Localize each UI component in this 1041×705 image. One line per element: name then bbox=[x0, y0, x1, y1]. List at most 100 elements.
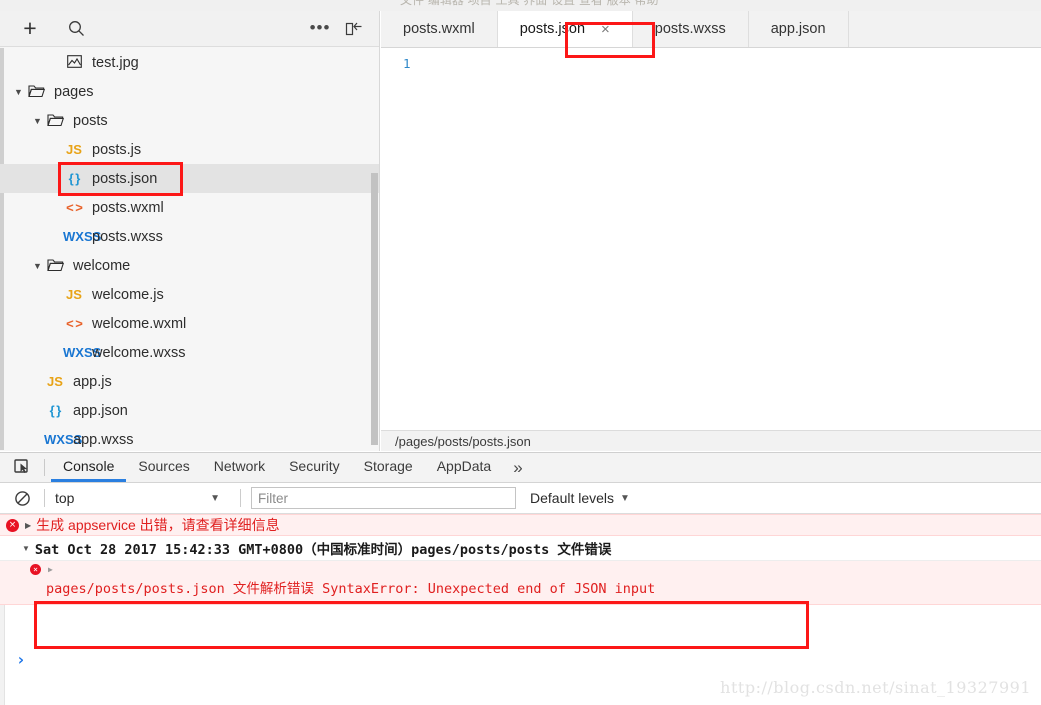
tree-item-label: app.json bbox=[73, 402, 128, 419]
tree-item-label: app.js bbox=[73, 373, 112, 390]
editor-tab-posts-wxss[interactable]: posts.wxss bbox=[632, 11, 749, 47]
devtools-tab-appdata[interactable]: AppData bbox=[425, 453, 503, 482]
ide-window: 文件 编辑器 项目 工具 界面 设置 查看 版本 帮助 + ••• test.j… bbox=[0, 0, 1041, 705]
tree-item-welcome-js[interactable]: JS welcome.js bbox=[0, 280, 379, 309]
devtools-tab-label: Network bbox=[213, 458, 266, 474]
tree-item-posts-wxss[interactable]: WXSS posts.wxss bbox=[0, 222, 379, 251]
tree-item-label: pages bbox=[54, 83, 94, 100]
explorer-toolbar: + ••• bbox=[0, 11, 379, 47]
devtools-panel: Console Sources Network Security Storage AppD… bbox=[0, 452, 1041, 705]
expand-triangle-icon[interactable]: ▶ bbox=[48, 565, 53, 574]
inspect-element-icon[interactable] bbox=[6, 453, 38, 482]
editor-tab-bar: posts.wxml posts.json × posts.wxss app.json bbox=[381, 11, 1041, 48]
file-tree[interactable]: test.jpg ▼ pages ▼ posts JS posts.js { } posts.j… bbox=[0, 48, 379, 450]
editor-tab-label: app.json bbox=[770, 21, 826, 37]
tree-item-welcome-wxml[interactable]: < > welcome.wxml bbox=[0, 309, 379, 338]
tree-item-label: posts bbox=[73, 112, 108, 129]
folder-icon bbox=[44, 113, 66, 128]
twisty-expanded-icon[interactable]: ▼ bbox=[12, 87, 25, 97]
console-levels-value: Default levels bbox=[530, 490, 615, 506]
status-file-path: /pages/posts/posts.json bbox=[395, 433, 531, 449]
console-filter-bar: top ▼ Default levels ▼ bbox=[0, 483, 1041, 514]
editor-tab-label: posts.wxss bbox=[654, 21, 726, 37]
tree-item-posts-wxml[interactable]: < > posts.wxml bbox=[0, 193, 379, 222]
editor-tab-app-json[interactable]: app.json bbox=[748, 11, 849, 47]
devtools-tab-storage[interactable]: Storage bbox=[352, 453, 425, 482]
collapse-panel-icon[interactable] bbox=[337, 12, 371, 46]
console-error-text: 生成 appservice 出错，请查看详细信息 bbox=[36, 517, 280, 533]
image-file-icon bbox=[63, 54, 85, 71]
tree-item-label: posts.wxss bbox=[92, 228, 163, 245]
tree-item-label: posts.json bbox=[92, 170, 158, 187]
blog-watermark: http://blog.csdn.net/sinat_19327991 bbox=[720, 678, 1031, 697]
tree-item-test-jpg[interactable]: test.jpg bbox=[0, 48, 379, 77]
add-file-button[interactable]: + bbox=[13, 12, 47, 46]
console-levels-selector[interactable]: Default levels ▼ bbox=[530, 490, 630, 506]
console-timestamp-text: Sat Oct 28 2017 15:42:33 GMT+0800（中国标准时间… bbox=[34, 542, 612, 558]
line-number-1: 1 bbox=[403, 56, 411, 71]
devtools-tab-console[interactable]: Console bbox=[51, 453, 127, 482]
editor-tab-label: posts.json bbox=[519, 21, 586, 37]
twisty-expanded-icon[interactable]: ▼ bbox=[31, 116, 44, 126]
editor-tab-posts-json[interactable]: posts.json × bbox=[497, 11, 633, 47]
expand-triangle-icon[interactable]: ▶ bbox=[25, 521, 31, 530]
tree-item-app-wxss[interactable]: WXSS app.wxss bbox=[0, 425, 379, 450]
tree-item-label: posts.js bbox=[92, 141, 142, 158]
tree-item-label: test.jpg bbox=[92, 54, 139, 71]
file-tree-rows: test.jpg ▼ pages ▼ posts JS posts.js { } posts.j… bbox=[0, 48, 379, 450]
tree-item-posts[interactable]: ▼ posts bbox=[0, 106, 379, 135]
collapse-triangle-icon[interactable]: ▼ bbox=[22, 544, 30, 553]
chevron-down-icon-levels: ▼ bbox=[620, 492, 630, 504]
filterbar-divider-1 bbox=[44, 489, 45, 507]
console-message-list: × ▶ 生成 appservice 出错，请查看详细信息 ▼ Sat Oct 28 20… bbox=[0, 514, 1041, 705]
tree-item-posts-json[interactable]: { } posts.json bbox=[0, 164, 379, 193]
twisty-expanded-icon[interactable]: ▼ bbox=[31, 261, 44, 271]
tree-item-label: posts.wxml bbox=[92, 199, 164, 216]
error-badge-icon: × bbox=[30, 564, 41, 575]
wxss-file-icon: WXSS bbox=[63, 345, 102, 360]
close-tab-icon[interactable]: × bbox=[601, 22, 610, 37]
console-prompt-symbol[interactable]: › bbox=[16, 650, 26, 669]
devtools-tab-security[interactable]: Security bbox=[277, 453, 352, 482]
console-error-message: × ▶ 生成 appservice 出错，请查看详细信息 bbox=[0, 514, 1041, 536]
console-filter-input[interactable] bbox=[251, 487, 516, 509]
tree-item-welcome[interactable]: ▼ welcome bbox=[0, 251, 379, 280]
console-error-timestamp-row: ▼ Sat Oct 28 2017 15:42:33 GMT+0800（中国标准时… bbox=[0, 536, 1041, 561]
filterbar-divider-2 bbox=[240, 489, 241, 507]
code-area[interactable]: 1 bbox=[381, 48, 1041, 430]
wxss-file-icon: WXSS bbox=[63, 229, 102, 244]
code-editor-panel: posts.wxml posts.json × posts.wxss app.json … bbox=[381, 11, 1041, 451]
json-file-icon: { } bbox=[49, 403, 62, 418]
devtools-tab-label: AppData bbox=[436, 458, 492, 474]
editor-status-bar: /pages/posts/posts.json bbox=[381, 430, 1041, 451]
search-icon[interactable] bbox=[59, 12, 93, 46]
clear-console-icon[interactable] bbox=[10, 486, 34, 510]
tree-item-posts-js[interactable]: JS posts.js bbox=[0, 135, 379, 164]
devtools-tab-label: Sources bbox=[138, 458, 190, 474]
menu-ghost-text: 文件 编辑器 项目 工具 界面 设置 查看 版本 帮助 bbox=[400, 0, 659, 7]
console-context-selector[interactable]: top ▼ bbox=[55, 490, 230, 506]
tree-item-welcome-wxss[interactable]: WXSS welcome.wxss bbox=[0, 338, 379, 367]
console-context-value: top bbox=[55, 490, 75, 506]
devtools-tab-divider bbox=[44, 459, 45, 476]
tree-item-pages[interactable]: ▼ pages bbox=[0, 77, 379, 106]
devtools-more-tabs-icon[interactable]: » bbox=[503, 453, 532, 482]
wxml-file-icon: < > bbox=[66, 200, 83, 215]
editor-tab-posts-wxml[interactable]: posts.wxml bbox=[381, 11, 498, 47]
tree-item-label: welcome.js bbox=[92, 286, 164, 303]
folder-icon bbox=[44, 258, 66, 273]
js-file-icon: JS bbox=[66, 287, 82, 302]
tree-item-label: welcome bbox=[73, 257, 131, 274]
console-error-detail-text: pages/posts/posts.json 文件解析错误 SyntaxErro… bbox=[46, 581, 656, 597]
file-tree-scrollbar-thumb[interactable] bbox=[371, 173, 378, 445]
file-tree-scrollbar[interactable] bbox=[370, 48, 379, 450]
devtools-tab-sources[interactable]: Sources bbox=[126, 453, 201, 482]
console-error-detail: × ▶ pages/posts/posts.json 文件解析错误 SyntaxEr… bbox=[0, 561, 1041, 605]
tree-item-label: app.wxss bbox=[73, 431, 134, 448]
tree-item-app-js[interactable]: JS app.js bbox=[0, 367, 379, 396]
more-options-icon[interactable]: ••• bbox=[303, 12, 337, 46]
devtools-tab-network[interactable]: Network bbox=[202, 453, 277, 482]
js-file-icon: JS bbox=[47, 374, 63, 389]
folder-icon bbox=[25, 84, 47, 99]
tree-item-app-json[interactable]: { } app.json bbox=[0, 396, 379, 425]
